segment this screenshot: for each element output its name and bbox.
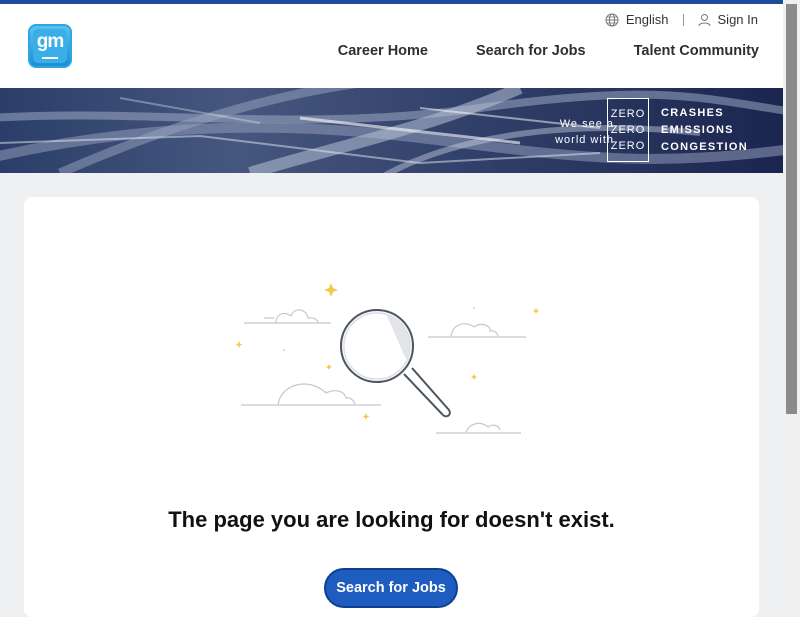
word-congestion: CONGESTION <box>661 141 748 153</box>
zero-box: ZERO ZERO ZERO <box>607 98 649 162</box>
site-header: gm English Sign In Career Home Search fo… <box>0 4 783 88</box>
gm-logo[interactable]: gm <box>28 24 72 68</box>
cloud-4 <box>436 422 521 434</box>
banner-tagline: We see a world with <box>555 116 614 148</box>
utility-divider <box>682 13 684 26</box>
zero-3: ZERO <box>610 140 646 152</box>
main-nav: Career Home Search for Jobs Talent Commu… <box>290 43 759 59</box>
utility-bar: English Sign In <box>605 12 758 27</box>
language-selector[interactable]: English <box>605 12 669 27</box>
zero-1: ZERO <box>610 108 646 120</box>
logo-text: gm <box>36 31 64 52</box>
sign-in-label: Sign In <box>717 12 758 27</box>
sign-in-link[interactable]: Sign In <box>698 12 758 27</box>
tagline-line2: world with <box>555 134 614 146</box>
word-crashes: CRASHES <box>661 107 724 119</box>
language-label: English <box>625 12 669 27</box>
cloud-3 <box>241 383 381 406</box>
nav-career-home[interactable]: Career Home <box>338 43 428 59</box>
magnifier-illustration <box>236 283 539 434</box>
error-message: The page you are looking for doesn't exi… <box>168 507 615 532</box>
scrollbar-thumb[interactable] <box>786 4 797 414</box>
zero-2: ZERO <box>610 124 646 136</box>
cloud-2 <box>428 323 526 338</box>
word-emissions: EMISSIONS <box>661 124 734 136</box>
nav-talent-community[interactable]: Talent Community <box>634 43 759 59</box>
vertical-scrollbar[interactable] <box>783 0 800 600</box>
cloud-1 <box>244 309 331 324</box>
globe-icon <box>605 13 619 26</box>
magnifier-handle-icon <box>403 367 451 418</box>
nav-search-for-jobs[interactable]: Search for Jobs <box>476 43 586 59</box>
zero-words: CRASHES EMISSIONS CONGESTION <box>661 105 748 156</box>
tagline-line1: We see a <box>559 118 614 130</box>
user-icon <box>698 13 711 26</box>
search-for-jobs-button[interactable]: Search for Jobs <box>324 568 458 608</box>
